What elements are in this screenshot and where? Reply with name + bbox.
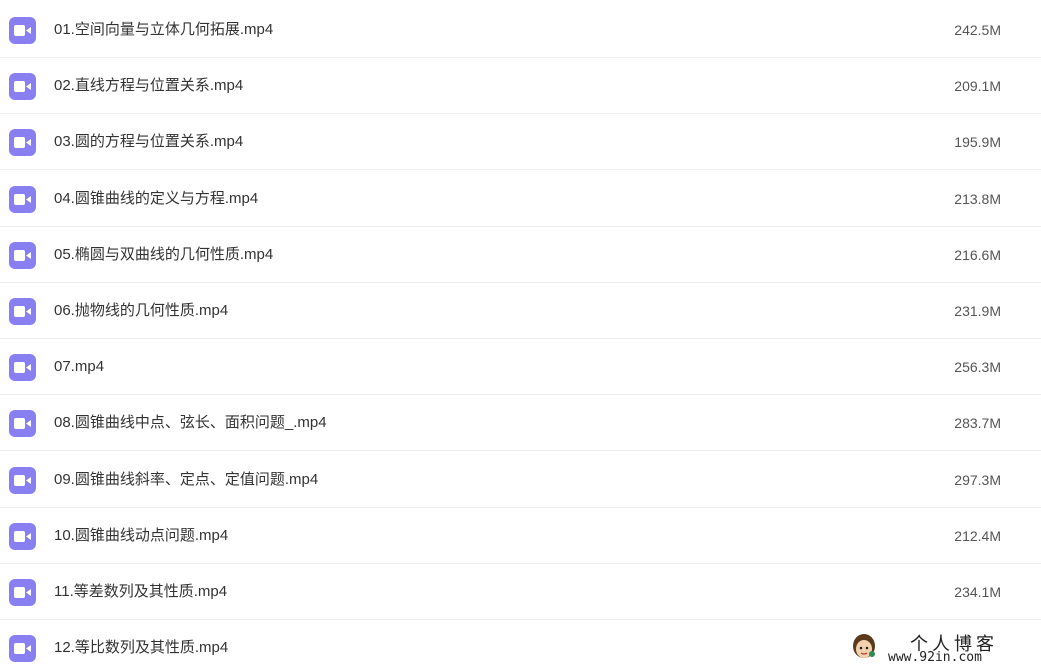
file-size: 212.4M (954, 527, 1001, 544)
file-row[interactable]: 09.圆锥曲线斜率、定点、定值问题.mp4 297.3M (0, 452, 1041, 508)
file-list: 01.空间向量与立体几何拓展.mp4 242.5M 02.直线方程与位置关系.mp4… (0, 0, 1041, 671)
file-name: 11.等差数列及其性质.mp4 (54, 583, 228, 600)
video-file-icon (9, 410, 36, 438)
blog-logo-icon (853, 634, 875, 658)
file-size: 213.8M (954, 190, 1001, 207)
file-row[interactable]: 06.抛物线的几何性质.mp4 231.9M (0, 283, 1041, 339)
watermark-url: www.92in.com (888, 650, 982, 665)
file-row[interactable]: 07.mp4 256.3M (0, 339, 1041, 396)
file-row[interactable]: 10.圆锥曲线动点问题.mp4 212.4M (0, 508, 1041, 564)
video-file-icon (9, 354, 36, 382)
file-name: 09.圆锥曲线斜率、定点、定值问题.mp4 (54, 470, 319, 488)
video-file-icon (9, 635, 36, 663)
video-file-icon (9, 466, 36, 494)
file-size: 231.9M (954, 303, 1001, 319)
file-size: 297.3M (954, 471, 1001, 488)
file-row[interactable]: 11.等差数列及其性质.mp4 234.1M (0, 564, 1041, 620)
file-row[interactable]: 04.圆锥曲线的定义与方程.mp4 213.8M (0, 171, 1041, 227)
video-file-icon (9, 73, 36, 101)
file-row[interactable]: 08.圆锥曲线中点、弦长、面积问题_.mp4 283.7M (0, 395, 1041, 452)
file-name: 07.mp4 (54, 358, 105, 376)
file-name: 03.圆的方程与位置关系.mp4 (54, 133, 244, 151)
file-name: 12.等比数列及其性质.mp4 (54, 639, 229, 657)
file-size: 234.1M (954, 584, 1001, 600)
file-name: 02.直线方程与位置关系.mp4 (54, 77, 244, 95)
video-file-icon (9, 579, 36, 606)
video-file-icon (9, 185, 36, 213)
file-row[interactable]: 01.空间向量与立体几何拓展.mp4 242.5M (0, 2, 1041, 58)
watermark: 个人博客 www.92in.com (848, 628, 1038, 668)
file-row[interactable]: 02.直线方程与位置关系.mp4 209.1M (0, 58, 1041, 115)
file-row[interactable]: 03.圆的方程与位置关系.mp4 195.9M (0, 114, 1041, 171)
file-size: 195.9M (954, 134, 1001, 151)
file-name: 06.抛物线的几何性质.mp4 (54, 302, 229, 319)
video-file-icon (9, 129, 36, 157)
file-row[interactable]: 05.椭圆与双曲线的几何性质.mp4 216.6M (0, 227, 1041, 283)
file-name: 05.椭圆与双曲线的几何性质.mp4 (54, 245, 274, 263)
video-file-icon (9, 17, 36, 44)
file-size: 283.7M (954, 415, 1001, 432)
file-name: 08.圆锥曲线中点、弦长、面积问题_.mp4 (54, 414, 327, 432)
file-name: 10.圆锥曲线动点问题.mp4 (54, 526, 229, 544)
video-file-icon (9, 241, 36, 269)
file-size: 242.5M (954, 22, 1001, 38)
file-name: 01.空间向量与立体几何拓展.mp4 (54, 21, 274, 38)
file-name: 04.圆锥曲线的定义与方程.mp4 (54, 189, 259, 207)
video-file-icon (9, 298, 36, 325)
video-file-icon (9, 522, 36, 550)
file-size: 256.3M (954, 359, 1001, 376)
file-size: 209.1M (954, 78, 1001, 95)
file-size: 216.6M (954, 246, 1001, 263)
